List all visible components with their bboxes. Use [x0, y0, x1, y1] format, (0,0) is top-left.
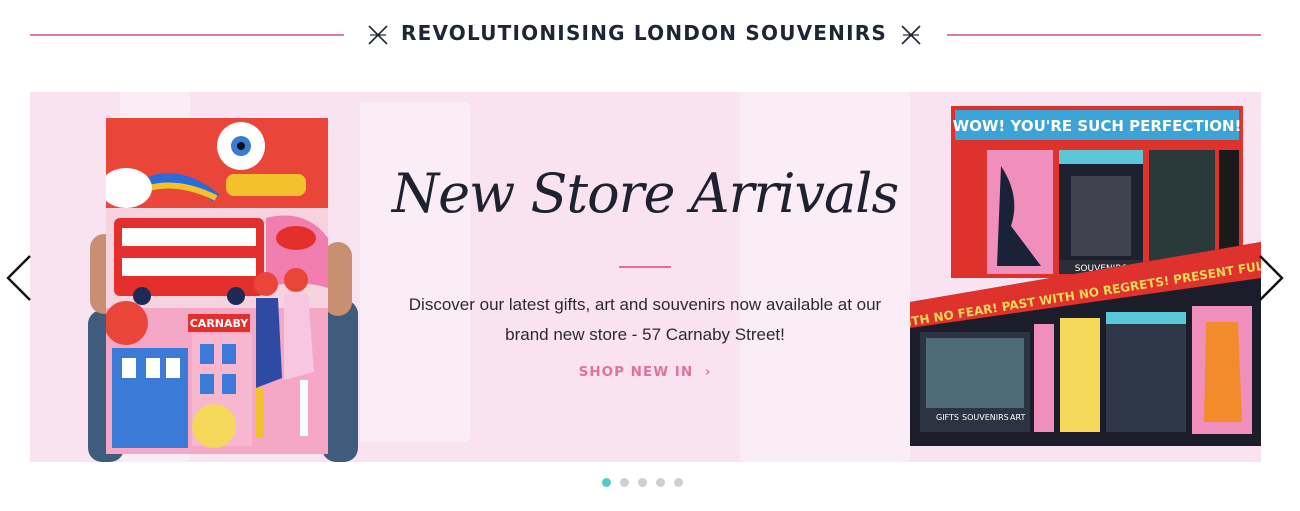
title-divider: [619, 266, 671, 268]
section-header: REVOLUTIONISING LONDON SOUVENIRS: [0, 0, 1300, 70]
store-top-banner-text: WOW! YOU'RE SUCH PERFECTION!: [953, 117, 1242, 135]
slide-title: New Store Arrivals: [391, 162, 899, 225]
poster-artwork: CARNABY: [106, 118, 328, 454]
carousel-dot[interactable]: [602, 478, 611, 487]
crossed-swords-icon: [368, 25, 388, 45]
shop-new-in-label: SHOP NEW IN: [578, 364, 694, 380]
store-label-art: ART: [1010, 413, 1025, 422]
chevron-right-small-icon: ›: [704, 364, 712, 380]
heading-rule-right: [947, 34, 1261, 36]
chevron-right-icon[interactable]: [1256, 252, 1286, 304]
carousel-pagination: [602, 478, 683, 488]
storefront-image-bottom: FUTURE WITH NO FEAR! PAST WITH NO REGRET…: [910, 242, 1261, 446]
carousel-dot[interactable]: [638, 478, 647, 487]
chevron-left-icon[interactable]: [4, 252, 34, 304]
hand-right: [324, 242, 352, 316]
background-shelf: [360, 102, 470, 442]
carousel-dot[interactable]: [656, 478, 665, 487]
storefront-bottom-artwork: FUTURE WITH NO FEAR! PAST WITH NO REGRET…: [910, 242, 1261, 446]
poster-sign-text: CARNABY: [190, 317, 250, 330]
store-label-gifts: GIFTS: [936, 413, 959, 422]
heading-rule-left: [30, 34, 344, 36]
crossed-swords-icon: [901, 25, 921, 45]
description-line-1: Discover our latest gifts, art and souve…: [408, 295, 882, 314]
background-shelf: [740, 92, 910, 462]
hero-slide[interactable]: CARNABY New Store Arrivals Discover our …: [30, 92, 1261, 462]
store-label-souvenirs: SOUVENIRS: [962, 413, 1009, 422]
section-heading: REVOLUTIONISING LONDON SOUVENIRS: [401, 21, 887, 45]
shop-new-in-link[interactable]: SHOP NEW IN ›: [550, 364, 740, 380]
slide-description: Discover our latest gifts, art and souve…: [385, 290, 905, 350]
carousel-dot[interactable]: [620, 478, 629, 487]
carousel-dot[interactable]: [674, 478, 683, 487]
carnaby-poster-image: CARNABY: [88, 110, 358, 462]
description-line-2: brand new store - 57 Carnaby Street!: [505, 325, 785, 344]
